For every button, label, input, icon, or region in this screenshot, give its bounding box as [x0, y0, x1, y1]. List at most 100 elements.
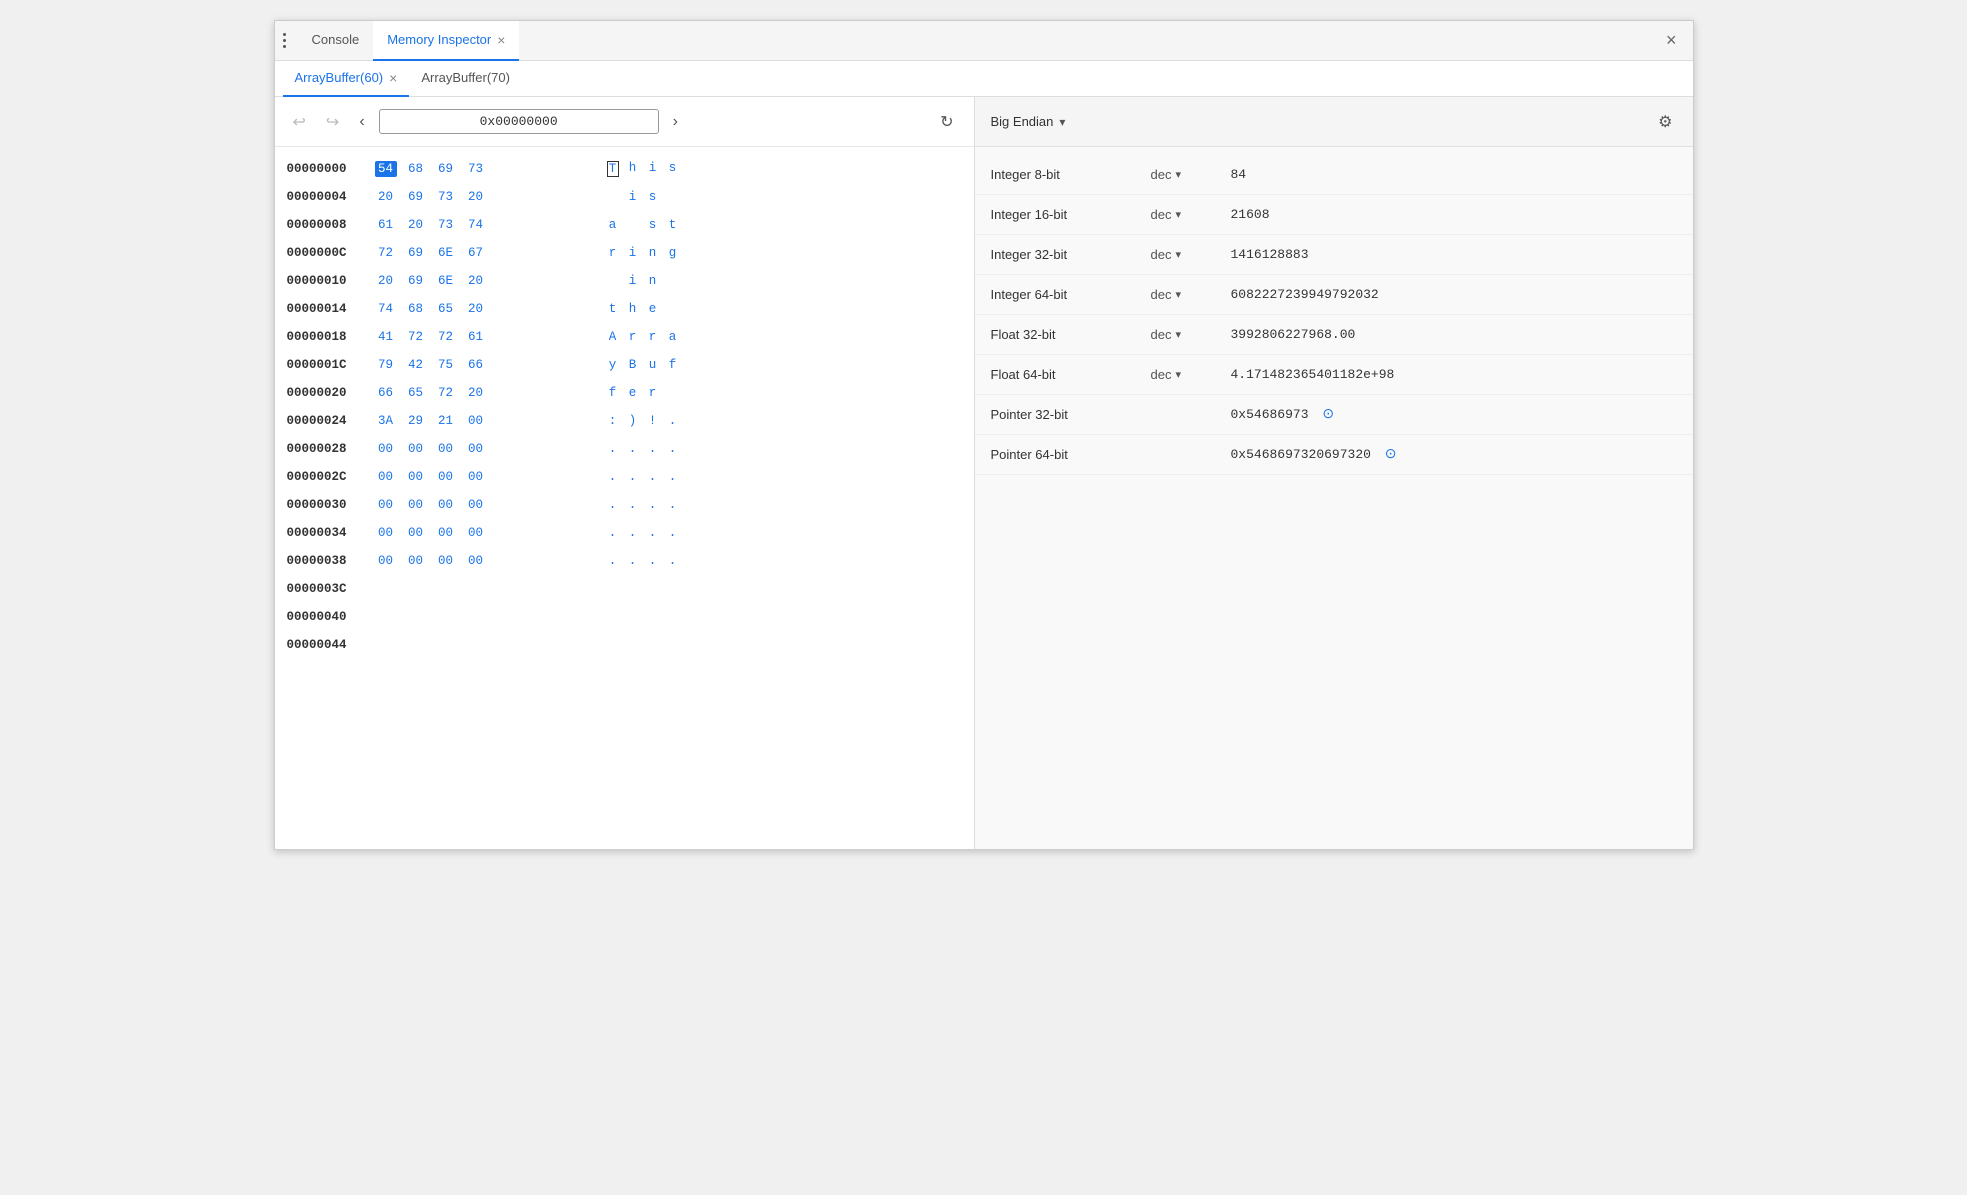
ascii-char[interactable] [667, 386, 679, 400]
hex-byte[interactable]: 69 [405, 189, 427, 205]
ascii-char[interactable]: . [607, 554, 619, 568]
ascii-char[interactable]: a [667, 330, 679, 344]
hex-byte[interactable]: 79 [375, 357, 397, 373]
format-dropdown-icon[interactable]: ▾ [1175, 248, 1181, 261]
hex-byte[interactable]: 29 [405, 413, 427, 429]
hex-byte[interactable]: 00 [465, 553, 487, 569]
ascii-char[interactable]: i [627, 274, 639, 288]
ascii-char[interactable]: . [607, 526, 619, 540]
hex-byte[interactable]: 74 [465, 217, 487, 233]
hex-byte[interactable]: 69 [405, 273, 427, 289]
sub-tab-arraybuffer-60[interactable]: ArrayBuffer(60) × [283, 61, 410, 97]
hex-byte[interactable]: 00 [465, 413, 487, 429]
hex-byte[interactable]: 00 [435, 469, 457, 485]
ascii-char[interactable]: T [607, 161, 619, 177]
ascii-char[interactable]: . [627, 554, 639, 568]
ascii-char[interactable]: . [627, 442, 639, 456]
hex-byte[interactable]: 20 [375, 189, 397, 205]
ascii-char[interactable]: . [607, 442, 619, 456]
ascii-char[interactable]: f [667, 358, 679, 372]
ascii-char[interactable]: . [647, 526, 659, 540]
hex-byte[interactable]: 21 [435, 413, 457, 429]
hex-byte[interactable]: 00 [465, 497, 487, 513]
ascii-char[interactable]: . [627, 498, 639, 512]
ascii-char[interactable]: s [647, 218, 659, 232]
hex-byte[interactable]: 66 [375, 385, 397, 401]
ascii-char[interactable]: s [667, 161, 679, 177]
hex-byte[interactable]: 72 [375, 245, 397, 261]
hex-byte[interactable]: 67 [465, 245, 487, 261]
ascii-char[interactable]: t [607, 302, 619, 316]
ascii-char[interactable]: . [647, 498, 659, 512]
hex-byte[interactable]: 72 [435, 329, 457, 345]
refresh-button[interactable]: ↻ [932, 108, 961, 136]
hex-byte[interactable]: 65 [435, 301, 457, 317]
hex-byte[interactable]: 73 [435, 217, 457, 233]
hex-byte[interactable]: 61 [465, 329, 487, 345]
hex-byte[interactable]: 75 [435, 357, 457, 373]
ascii-char[interactable] [667, 274, 679, 288]
ascii-char[interactable]: n [647, 246, 659, 260]
hex-byte[interactable]: 00 [465, 525, 487, 541]
hex-byte[interactable]: 00 [435, 525, 457, 541]
hex-byte[interactable]: 00 [375, 525, 397, 541]
hex-byte[interactable]: 00 [405, 553, 427, 569]
ascii-char[interactable]: e [647, 302, 659, 316]
hex-byte[interactable]: 74 [375, 301, 397, 317]
hex-byte[interactable]: 00 [405, 441, 427, 457]
ascii-char[interactable] [607, 274, 619, 288]
ascii-char[interactable]: g [667, 246, 679, 260]
close-sub-tab-icon[interactable]: × [389, 71, 397, 85]
ascii-char[interactable]: a [607, 218, 619, 232]
ascii-char[interactable]: . [607, 470, 619, 484]
hex-byte[interactable]: 20 [375, 273, 397, 289]
address-input[interactable] [379, 109, 659, 134]
ascii-char[interactable]: . [667, 414, 679, 428]
hex-byte[interactable]: 65 [405, 385, 427, 401]
ascii-char[interactable]: h [627, 161, 639, 177]
hex-byte[interactable]: 00 [435, 497, 457, 513]
format-dropdown-icon[interactable]: ▾ [1175, 168, 1181, 181]
hex-byte[interactable]: 00 [375, 497, 397, 513]
hex-byte[interactable]: 41 [375, 329, 397, 345]
ascii-char[interactable]: . [647, 554, 659, 568]
hex-byte[interactable]: 20 [465, 385, 487, 401]
ascii-char[interactable]: u [647, 358, 659, 372]
ascii-char[interactable] [667, 302, 679, 316]
ascii-char[interactable] [667, 190, 679, 204]
endian-selector[interactable]: Big Endian ▾ [991, 114, 1066, 129]
ascii-char[interactable]: n [647, 274, 659, 288]
ascii-char[interactable]: ) [627, 414, 639, 428]
ascii-char[interactable]: i [627, 246, 639, 260]
hex-byte[interactable]: 00 [375, 441, 397, 457]
sub-tab-arraybuffer-70[interactable]: ArrayBuffer(70) [409, 61, 522, 97]
hex-byte[interactable]: 69 [435, 161, 457, 177]
ascii-char[interactable] [607, 190, 619, 204]
hex-byte[interactable]: 72 [405, 329, 427, 345]
ascii-char[interactable]: . [667, 554, 679, 568]
hex-byte[interactable]: 73 [465, 161, 487, 177]
hex-byte[interactable]: 00 [405, 469, 427, 485]
ascii-char[interactable]: . [627, 470, 639, 484]
hex-byte[interactable]: 68 [405, 161, 427, 177]
ascii-char[interactable]: . [667, 470, 679, 484]
hex-byte[interactable]: 66 [465, 357, 487, 373]
hex-byte[interactable]: 42 [405, 357, 427, 373]
close-tab-icon[interactable]: × [497, 33, 505, 47]
format-dropdown-icon[interactable]: ▾ [1175, 288, 1181, 301]
ascii-char[interactable] [627, 218, 639, 232]
hex-byte[interactable]: 00 [375, 469, 397, 485]
ascii-char[interactable]: y [607, 358, 619, 372]
ascii-char[interactable]: i [647, 161, 659, 177]
hex-byte[interactable]: 00 [465, 441, 487, 457]
ascii-char[interactable]: B [627, 358, 639, 372]
hex-byte[interactable]: 20 [465, 273, 487, 289]
hex-byte[interactable]: 00 [435, 553, 457, 569]
close-window-button[interactable]: × [1658, 26, 1685, 55]
ascii-char[interactable]: t [667, 218, 679, 232]
ascii-char[interactable]: i [627, 190, 639, 204]
hex-byte[interactable]: 6E [435, 273, 457, 289]
ascii-char[interactable]: . [647, 470, 659, 484]
format-dropdown-icon[interactable]: ▾ [1175, 368, 1181, 381]
hex-byte[interactable]: 00 [375, 553, 397, 569]
